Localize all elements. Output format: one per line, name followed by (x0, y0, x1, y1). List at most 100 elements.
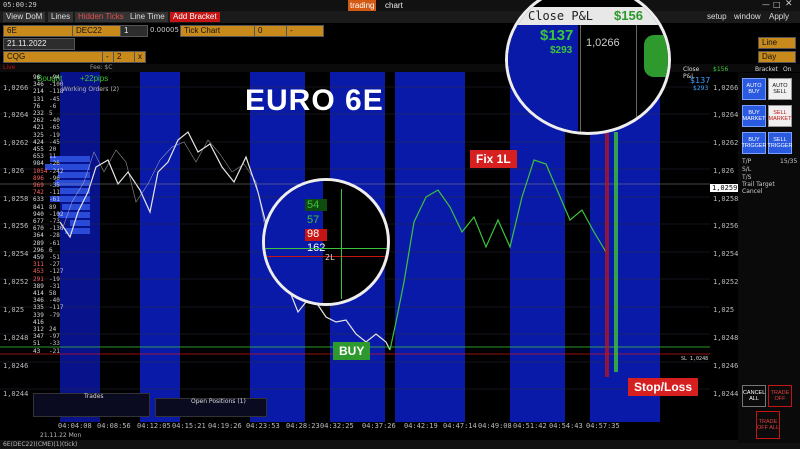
dom-row[interactable]: 633 -61 (33, 196, 60, 203)
dom-delta: -102 (49, 210, 64, 218)
dom-row[interactable]: 312 24 (33, 326, 56, 333)
dom-row[interactable]: 841 89 (33, 204, 56, 211)
contract-select[interactable]: DEC22 (72, 25, 122, 37)
pl-open-value: $137 (690, 76, 711, 85)
day-select[interactable]: Day (758, 51, 796, 63)
dom-volume: 312 (33, 326, 44, 333)
dom-volume: 424 (33, 138, 44, 146)
dom-row[interactable]: 335 -117 (33, 304, 63, 311)
x-select[interactable]: x (134, 51, 146, 63)
dom-row[interactable]: 416 (33, 319, 49, 326)
dom-delta: -51 (49, 254, 60, 261)
trade-off-button[interactable]: TRADE OFF (768, 385, 792, 407)
dom-row[interactable]: 339 -79 (33, 312, 60, 319)
fix-callout: Fix 1L (470, 150, 517, 168)
line-select[interactable]: Line (758, 37, 796, 49)
dom-delta: -40 (49, 297, 60, 305)
dom-delta: -118 (49, 88, 64, 96)
time-tick-label: 04:15:21 (172, 422, 206, 430)
offset-select[interactable]: 0 (254, 25, 290, 37)
dom-delta: -6 (49, 102, 57, 110)
close-icon[interactable]: ✕ (785, 0, 793, 9)
dom-row[interactable]: 453 -127 (33, 268, 63, 275)
zoom-price: 1,0266 (586, 37, 620, 49)
offset-select-2[interactable]: - (286, 25, 324, 37)
cancel-all-button[interactable]: CANCEL ALL (742, 385, 766, 407)
dom-row[interactable]: 346 -100 (33, 81, 63, 88)
dom-row[interactable]: 389 -31 (33, 283, 60, 290)
dom-row[interactable]: 311 -27 (33, 261, 60, 268)
bracket-label: Bracket (755, 66, 778, 73)
dom-row[interactable]: 346 -40 (33, 297, 60, 304)
maximize-icon[interactable]: □ (773, 0, 781, 9)
minimize-icon[interactable]: — (762, 0, 770, 9)
dom-delta: 6 (49, 246, 53, 254)
dom-row[interactable]: 742 -11 (33, 189, 60, 196)
dom-volume: 653 (33, 153, 44, 161)
dom-row[interactable]: 455 20 (33, 146, 56, 153)
dom-row[interactable]: 984 -26 (33, 160, 60, 167)
tab-lines[interactable]: Lines (48, 12, 74, 22)
price-tick-label: 1,0248 (713, 334, 739, 342)
dom-row[interactable]: 262 -40 (33, 117, 60, 124)
qty-stepper[interactable]: 1 (120, 25, 148, 37)
dom-row[interactable]: 325 -19 (33, 132, 60, 139)
symbol-select[interactable]: 6E (3, 25, 75, 37)
auto-sell-button[interactable]: AUTO SELL (768, 78, 792, 100)
dom-row[interactable]: 896 -96 (33, 175, 60, 182)
fee-label: Fee: $C (90, 64, 113, 71)
dom-row[interactable]: 43 -21 (33, 348, 60, 355)
dom-row[interactable]: 291 -19 (33, 276, 60, 283)
menu-apply[interactable]: Apply (769, 12, 789, 21)
chart-type-select[interactable]: Tick Chart (180, 25, 256, 37)
dom-row[interactable]: 969 -35 (33, 182, 60, 189)
buy-trigger-button[interactable]: BUY TRIGGER (741, 132, 767, 154)
dom-row[interactable]: 214 -118 (33, 88, 63, 95)
dom-row[interactable]: 364 -28 (33, 232, 60, 239)
date-field[interactable]: 21.11.2022 (3, 38, 75, 50)
zoom-v2: 57 (307, 214, 320, 226)
dom-volume: 296 (33, 246, 44, 254)
sell-trigger-button[interactable]: SELL TRIGGER (767, 132, 793, 154)
tab-hidden-ticks[interactable]: Hidden Ticks (75, 12, 127, 22)
time-tick-label: 04:04:08 (58, 422, 92, 430)
menu-window[interactable]: window (734, 12, 761, 21)
dom-volume: 1054 (33, 167, 48, 175)
dom-row[interactable]: 296 6 (33, 247, 53, 254)
time-tick-label: 04:51:42 (513, 422, 547, 430)
dom-row[interactable]: 131 -45 (33, 96, 60, 103)
time-tick-label: 04:28:23 (286, 422, 320, 430)
dom-row[interactable]: 459 -51 (33, 254, 60, 261)
buy-callout: BUY (333, 342, 371, 360)
dom-row[interactable]: 289 -61 (33, 240, 60, 247)
dom-row[interactable]: 653 11 (33, 153, 56, 160)
auto-buy-button[interactable]: AUTO BUY (742, 78, 766, 100)
dom-row[interactable]: 670 -130 (33, 225, 63, 232)
zoom-v3: 98 (307, 228, 320, 240)
menu-setup[interactable]: setup (707, 12, 727, 21)
dom-row[interactable]: 347 -97 (33, 333, 60, 340)
dom-row[interactable]: 76 -6 (33, 103, 56, 110)
tab-view-dom[interactable]: View DoM (3, 12, 46, 22)
tab-line-time[interactable]: Line Time (127, 12, 168, 22)
time-tick-label: 04:49:08 (478, 422, 512, 430)
zoom-close-pl-label: Close P&L (528, 9, 594, 23)
dom-volume: 841 (33, 203, 44, 211)
dom-row[interactable]: 424 -45 (33, 139, 60, 146)
dom-delta: -97 (49, 333, 60, 341)
sell-market-button[interactable]: SELL MARKET (768, 105, 792, 127)
dom-row[interactable]: 232 5 (33, 110, 53, 117)
price-tick-label: 1,025 (713, 306, 735, 314)
dom-row[interactable]: 96 -94 (33, 74, 60, 81)
dom-row[interactable]: 414 58 (33, 290, 56, 297)
add-bracket-button[interactable]: Add Bracket (170, 12, 220, 22)
dom-row[interactable]: 677 -73 (33, 218, 60, 225)
dom-row[interactable]: 51 -33 (33, 340, 60, 347)
dom-row[interactable]: 421 -65 (33, 124, 60, 131)
buy-market-button[interactable]: BUY MARKET (742, 105, 766, 127)
trade-off-all-button[interactable]: TRADE OFF ALL (756, 411, 780, 439)
dom-delta: 5 (49, 110, 53, 117)
account-select[interactable]: CQG (3, 51, 107, 63)
dom-row[interactable]: 1054 -242 (33, 168, 63, 175)
dom-row[interactable]: 940 -102 (33, 211, 63, 218)
